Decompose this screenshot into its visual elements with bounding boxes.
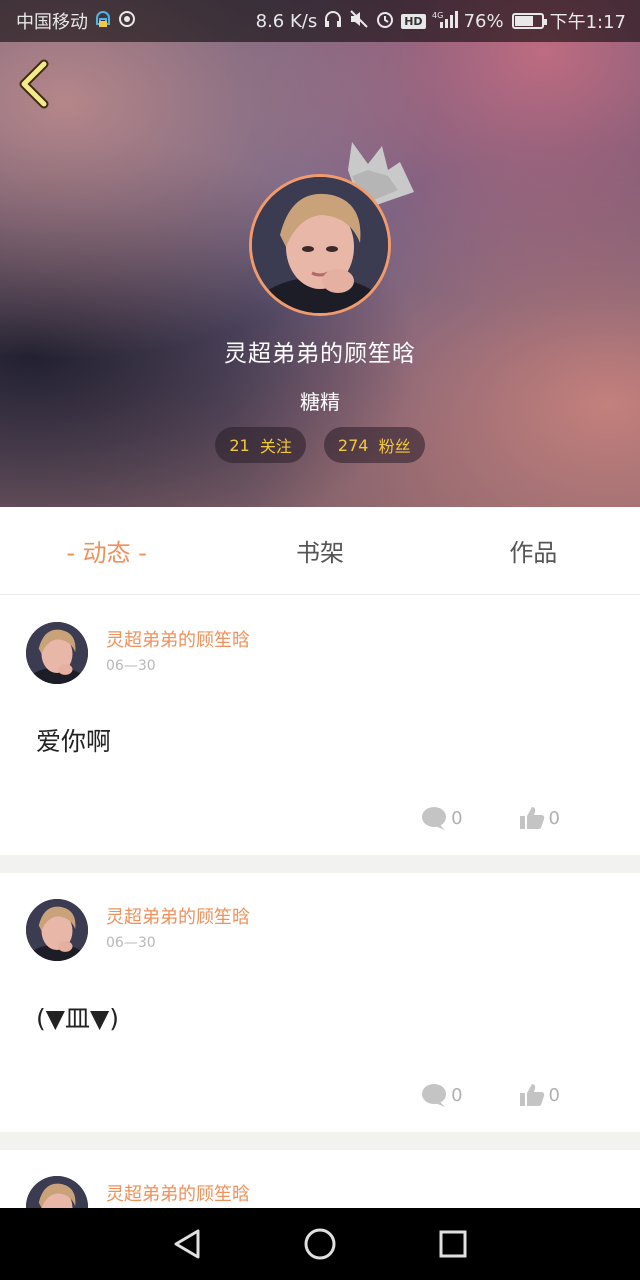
- tab-bookshelf[interactable]: 书架: [213, 533, 426, 568]
- alarm-icon: [375, 9, 395, 34]
- mute-icon: [349, 9, 369, 33]
- divider: [0, 855, 640, 873]
- clock: 下午1:17: [549, 12, 626, 33]
- post-author[interactable]: 灵超弟弟的顾笙晗: [106, 626, 250, 652]
- navigation-bar: [0, 1208, 640, 1280]
- tab-activity[interactable]: 动态: [0, 533, 213, 568]
- avatar-photo: [252, 177, 388, 313]
- tab-works[interactable]: 作品: [427, 533, 640, 568]
- tab-bar: 动态 书架 作品: [0, 507, 640, 595]
- circle-home-icon: [304, 1228, 336, 1260]
- post-date: 06—30: [106, 658, 156, 674]
- status-bar: 中国移动 8.6 K/s HD 4G 76% 下午1:17: [0, 0, 640, 42]
- chevron-left-icon: [19, 59, 49, 109]
- svg-text:4G: 4G: [432, 11, 443, 20]
- comment-button[interactable]: 0: [421, 1083, 463, 1107]
- post-author[interactable]: 灵超弟弟的顾笙晗: [106, 1180, 250, 1206]
- avatar[interactable]: [26, 622, 88, 684]
- following-button[interactable]: 21 关注: [215, 427, 306, 463]
- list-item: 灵超弟弟的顾笙晗 06—30 爱你啊 0 0: [0, 596, 640, 855]
- battery-level: [514, 16, 533, 26]
- like-count: 0: [548, 1084, 560, 1106]
- like-button[interactable]: 0: [519, 1083, 560, 1107]
- followers-label: 粉丝: [378, 437, 411, 456]
- comment-count: 0: [451, 807, 463, 829]
- like-button[interactable]: 0: [519, 806, 560, 830]
- nav-recents-button[interactable]: [433, 1224, 473, 1264]
- triangle-back-icon: [174, 1229, 200, 1259]
- post-author[interactable]: 灵超弟弟的顾笙晗: [106, 903, 250, 929]
- like-count: 0: [548, 807, 560, 829]
- nav-home-button[interactable]: [300, 1224, 340, 1264]
- usb-icon: [94, 9, 112, 34]
- profile-header: 中国移动 8.6 K/s HD 4G 76% 下午1:17 灵超弟弟的顾笙晗 糖…: [0, 0, 640, 507]
- carrier-label: 中国移动: [16, 12, 88, 33]
- battery-percent: 76%: [463, 10, 504, 32]
- headphones-icon: [323, 10, 343, 33]
- profile-subtitle: 糖精: [300, 390, 340, 414]
- post-text: 爱你啊: [36, 727, 112, 756]
- thumbs-up-icon: [519, 807, 544, 829]
- following-label: 关注: [259, 437, 292, 456]
- profile-name: 灵超弟弟的顾笙晗: [224, 341, 416, 367]
- comment-icon: [422, 807, 447, 830]
- comment-count: 0: [451, 1084, 463, 1106]
- thumbs-up-icon: [519, 1084, 544, 1106]
- post-text: (▼皿▼): [36, 1004, 119, 1033]
- followers-count: 274: [337, 435, 369, 455]
- back-button[interactable]: [14, 58, 58, 110]
- avatar-photo: [26, 899, 88, 961]
- sync-icon: [118, 10, 136, 33]
- nav-back-button[interactable]: [167, 1224, 207, 1264]
- avatar[interactable]: [26, 899, 88, 961]
- comment-button[interactable]: 0: [421, 806, 463, 830]
- network-speed: 8.6 K/s: [255, 10, 318, 32]
- profile-avatar[interactable]: [249, 174, 391, 316]
- comment-icon: [422, 1084, 447, 1107]
- avatar[interactable]: [26, 1176, 88, 1208]
- followers-button[interactable]: 274 粉丝: [323, 427, 425, 463]
- square-recents-icon: [439, 1230, 467, 1258]
- list-item: 灵超弟弟的顾笙晗: [0, 1150, 640, 1208]
- avatar-photo: [26, 622, 88, 684]
- divider: [0, 1132, 640, 1150]
- post-date: 06—30: [106, 935, 156, 951]
- list-item: 灵超弟弟的顾笙晗 06—30 (▼皿▼) 0 0: [0, 873, 640, 1132]
- signal-icon: 4G: [432, 10, 458, 33]
- battery-icon: [511, 13, 547, 29]
- avatar-photo: [26, 1176, 88, 1208]
- hd-icon: HD: [401, 13, 426, 29]
- following-count: 21: [229, 435, 250, 455]
